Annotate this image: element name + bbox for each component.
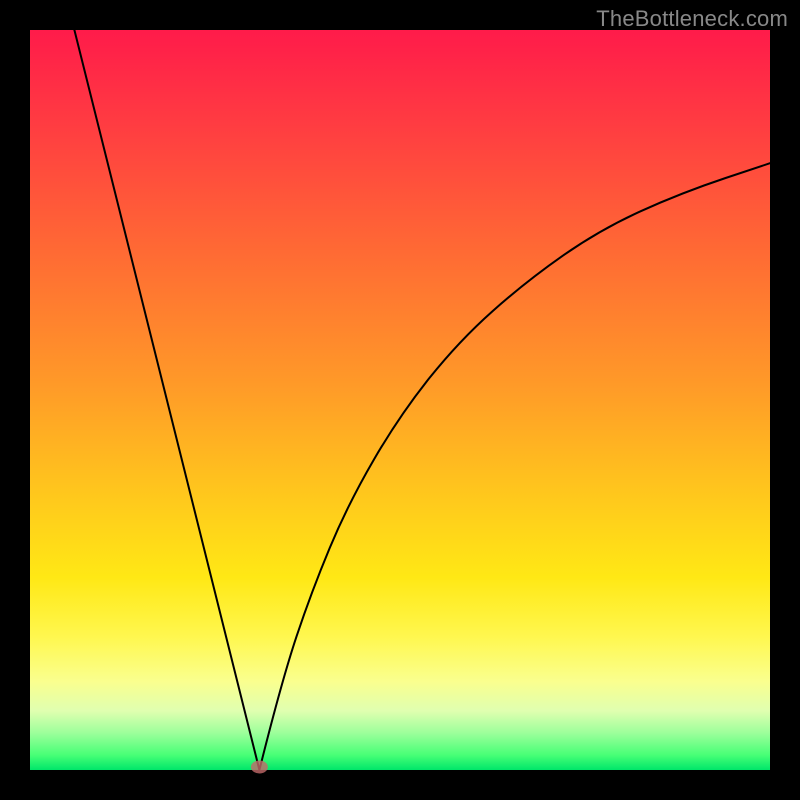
- watermark-text: TheBottleneck.com: [596, 6, 788, 32]
- min-point-marker: [251, 761, 267, 773]
- curve-right-branch: [259, 163, 770, 770]
- plot-area: [30, 30, 770, 770]
- curve-svg: [30, 30, 770, 770]
- chart-canvas: TheBottleneck.com: [0, 0, 800, 800]
- curve-left-branch: [74, 30, 259, 770]
